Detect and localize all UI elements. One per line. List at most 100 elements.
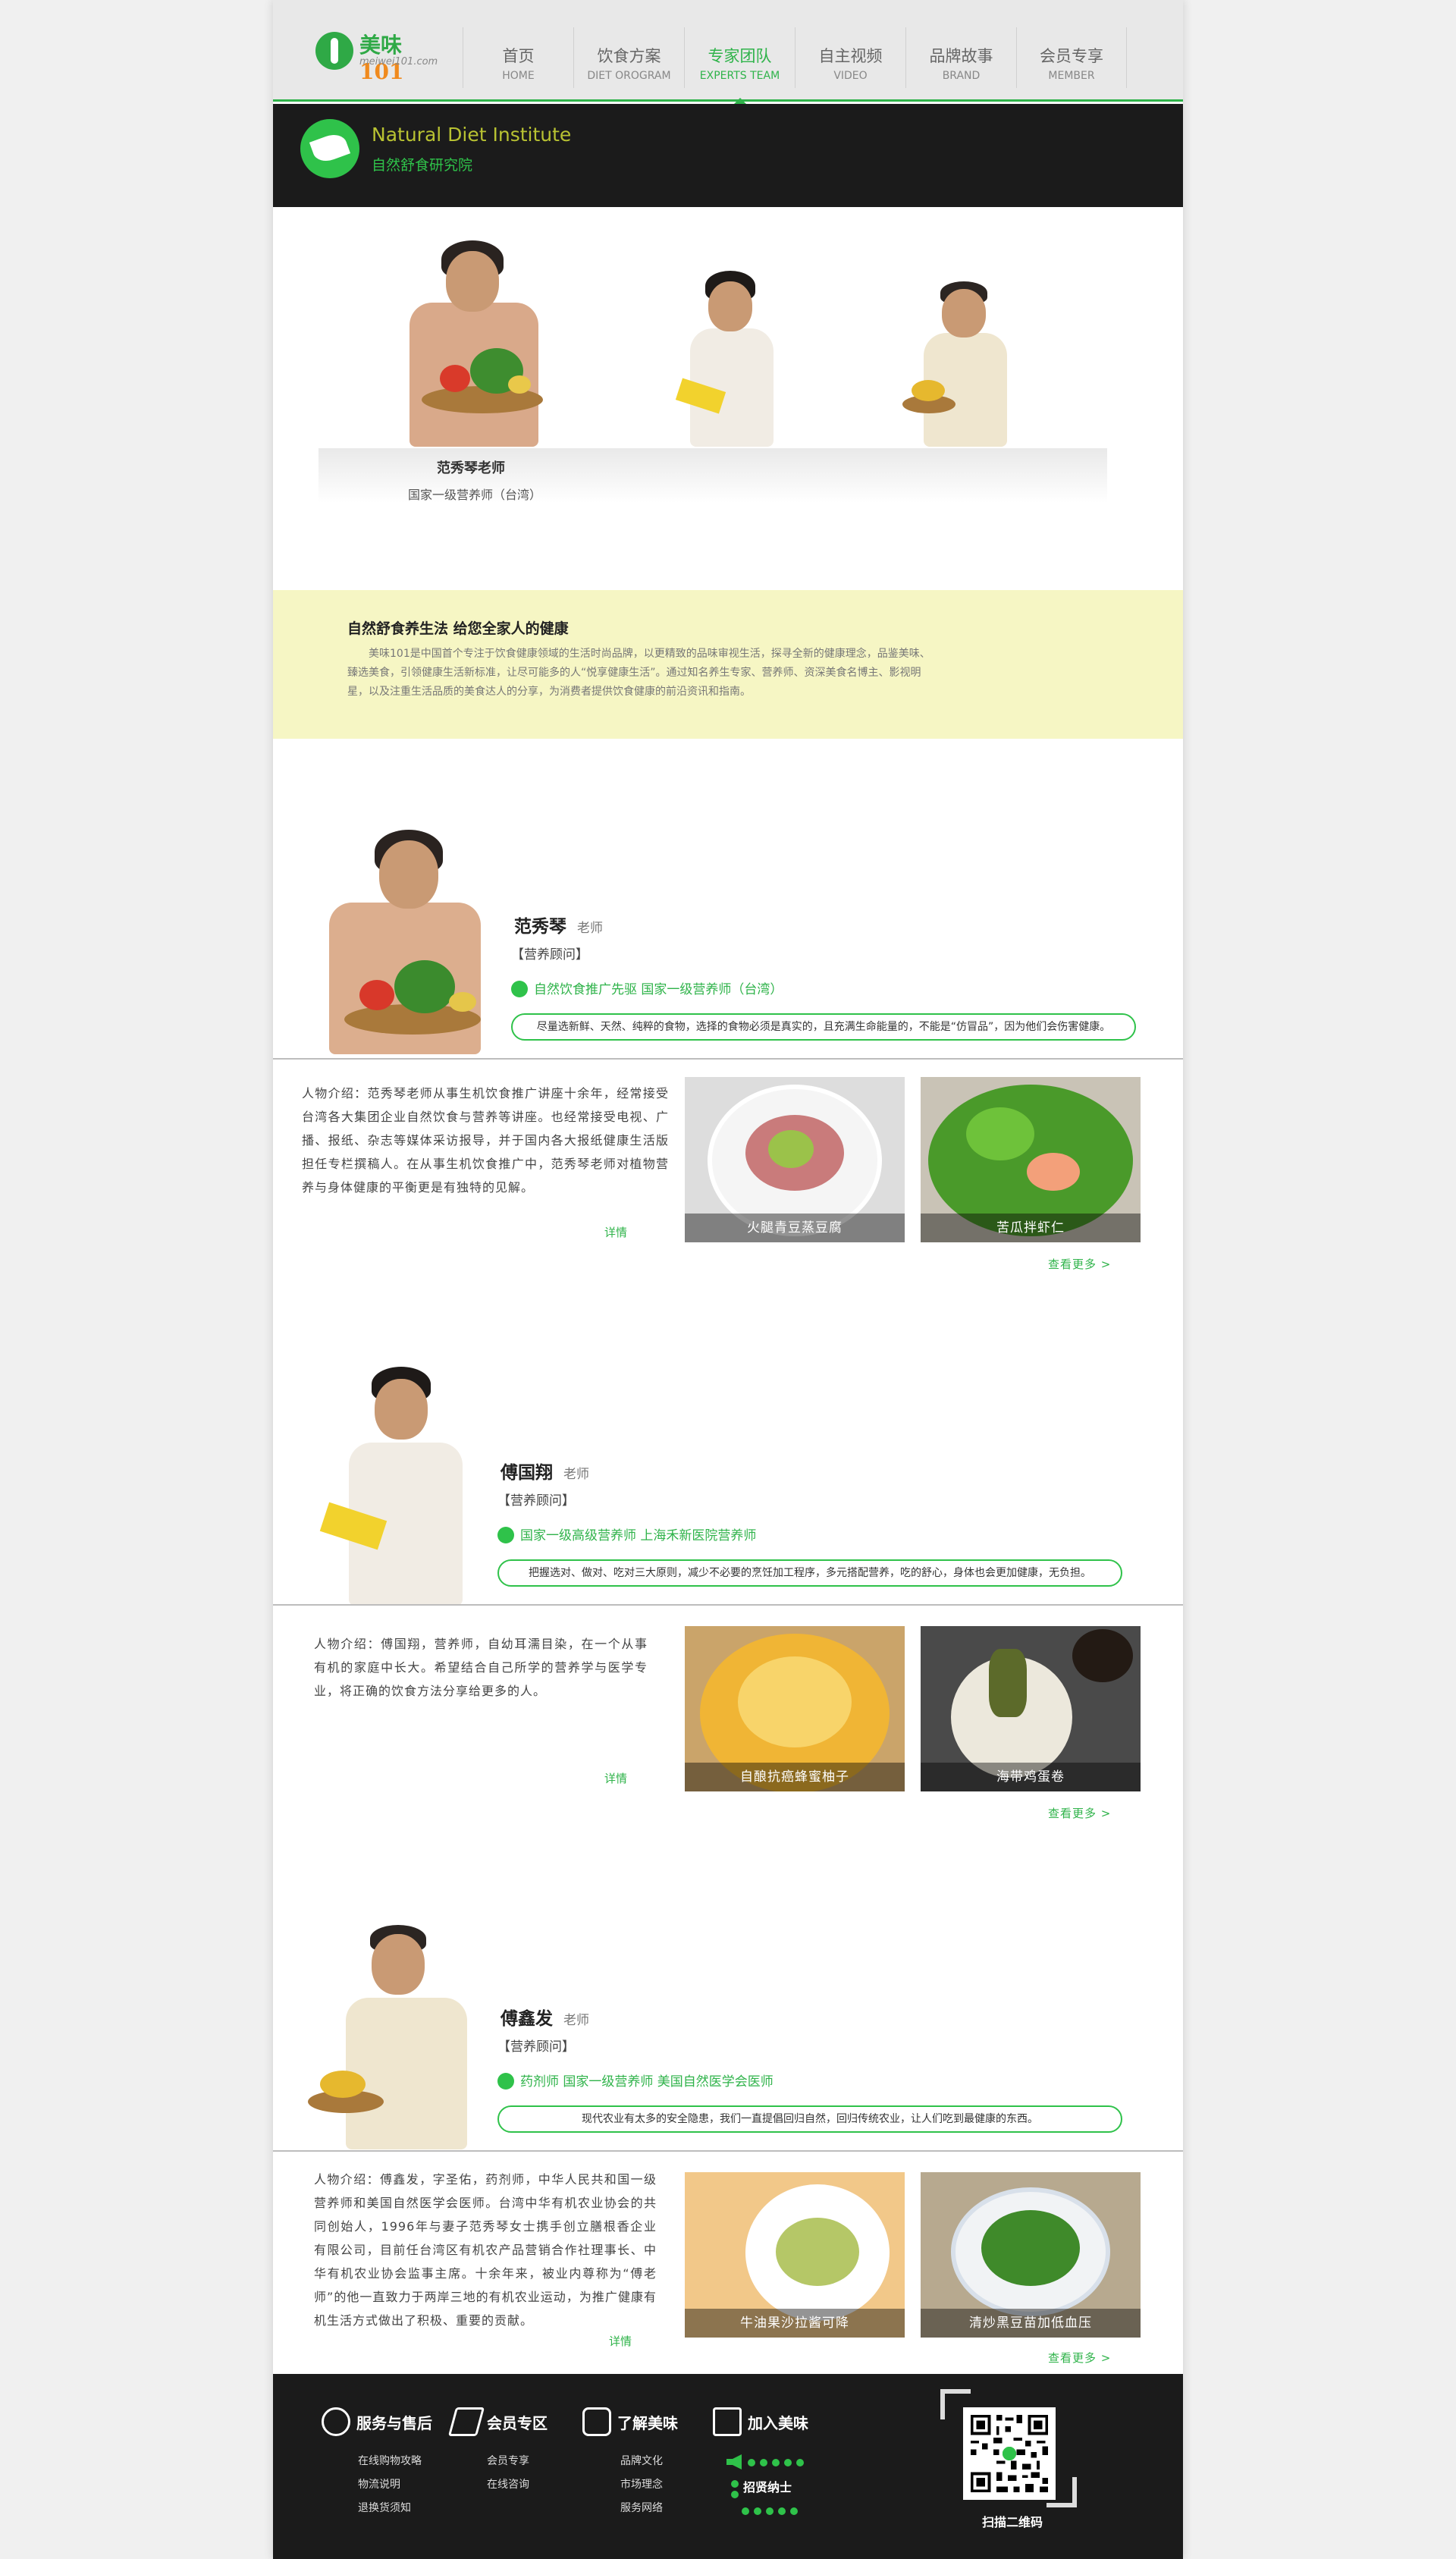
footer-link[interactable]: 服务网络 [620, 2497, 678, 2520]
nav-label: 品牌故事 [929, 47, 993, 65]
logo-mark-icon [315, 32, 353, 70]
expert-role: 【营养顾问】 [511, 947, 588, 962]
nav-sublabel: BRAND [942, 70, 981, 82]
qr-caption: 扫描二维码 [981, 2515, 1043, 2529]
footer-col-title: 加入美味 [748, 2413, 808, 2432]
recruit-link[interactable]: 招贤纳士 [726, 2451, 810, 2524]
dish-caption: 火腿青豆蒸豆腐 [685, 1214, 905, 1242]
nav-label: 自主视频 [818, 47, 883, 65]
dish-card[interactable]: 海带鸡蛋卷 [921, 1626, 1141, 1791]
expert-portrait [322, 819, 504, 1054]
dish-card[interactable]: 自酿抗癌蜂蜜柚子 [685, 1626, 905, 1791]
expert-name: 范秀琴 老师 [514, 917, 603, 937]
nav-sublabel: EXPERTS TEAM [699, 70, 780, 82]
expert-name: 傅国翔 老师 [500, 1463, 589, 1483]
section-divider [273, 1058, 1183, 1060]
expert-quote: 尽量选新鲜、天然、纯粹的食物，选择的食物必须是真实的，且充满生命能量的，不能是“… [511, 1013, 1136, 1041]
view-more-link[interactable]: 查看更多 > [1048, 2350, 1111, 2366]
logo[interactable]: 美味101 meiwei101.com [315, 27, 438, 84]
nav-label: 首页 [502, 47, 535, 65]
dish-card[interactable]: 清炒黑豆苗加低血压 [921, 2172, 1141, 2338]
nav-item-member[interactable]: 会员专享 MEMBER [1016, 27, 1127, 88]
dish-caption: 苦瓜拌虾仁 [921, 1214, 1141, 1242]
dish-caption: 牛油果沙拉酱可降 [685, 2309, 905, 2338]
footer-col-about: 了解美味 品牌文化 市场理念 服务网络 [582, 2407, 678, 2520]
dish-caption: 海带鸡蛋卷 [921, 1763, 1141, 1791]
footer-link[interactable]: 市场理念 [620, 2473, 678, 2497]
section-divider [273, 2150, 1183, 2152]
footer-col-title: 了解美味 [617, 2413, 678, 2432]
nav-sublabel: MEMBER [1048, 70, 1095, 82]
site-header: 美味101 meiwei101.com 首页 HOME 饮食方案 DIET OROG… [273, 0, 1183, 105]
footer-col-title: 会员专区 [487, 2413, 548, 2432]
view-more-link[interactable]: 查看更多 > [1048, 1256, 1111, 1272]
footer-link[interactable]: 品牌文化 [620, 2450, 678, 2473]
site-footer: 服务与售后 在线购物攻略 物流说明 退换货须知 会员专区 会员专享 在线咨询 了… [273, 2374, 1183, 2559]
expert-quote: 现代农业有太多的安全隐患，我们一直提倡回归自然，回归传统农业，让人们吃到最健康的… [497, 2105, 1122, 2133]
footer-col-member: 会员专区 会员专享 在线咨询 [447, 2407, 548, 2497]
nav-item-brand[interactable]: 品牌故事 BRAND [905, 27, 1016, 88]
view-more-link[interactable]: 查看更多 > [1048, 1805, 1111, 1821]
expert-section-fu-guoxiang: 傅国翔 老师 【营养顾问】 国家一级高级营养师 上海禾新医院营养师 把握选对、做对… [273, 1350, 1183, 1828]
speaker-icon [726, 2454, 742, 2470]
expert-portrait [318, 1359, 485, 1606]
expert-photo-fu-xinfa[interactable] [895, 280, 1024, 447]
nav-sublabel: HOME [502, 70, 535, 82]
footer-col-title: 服务与售后 [356, 2413, 432, 2432]
expert-bio: 人物介绍：傅鑫发，字圣佑，药剂师，中华人民共和国一级营养师和美国自然医学会医师。… [314, 2172, 657, 2328]
nav-item-diet-program[interactable]: 饮食方案 DIET OROGRAM [573, 27, 684, 88]
dish-card[interactable]: 苦瓜拌虾仁 [921, 1077, 1141, 1242]
expert-credentials: 药剂师 国家一级营养师 美国自然医学会医师 [497, 2071, 774, 2090]
expert-role: 【营养顾问】 [497, 1493, 575, 1509]
institute-name-en: Natural Diet Institute [372, 124, 572, 146]
footer-link[interactable]: 在线咨询 [487, 2473, 548, 2497]
intro-heading: 自然舒食养生法 给您全家人的健康 [347, 620, 569, 637]
team-gallery: 范秀琴老师 国家一级营养师（台湾） [273, 207, 1183, 590]
nav-label: 会员专享 [1040, 47, 1103, 65]
qr-code[interactable] [963, 2407, 1056, 2500]
nav-label: 饮食方案 [597, 47, 661, 65]
detail-link[interactable]: 详情 [604, 1770, 627, 1786]
detail-link[interactable]: 详情 [609, 2333, 632, 2349]
gear-icon [322, 2407, 350, 2436]
nav-item-home[interactable]: 首页 HOME [463, 27, 573, 88]
footer-col-service: 服务与售后 在线购物攻略 物流说明 退换货须知 [322, 2407, 432, 2520]
dish-caption: 清炒黑豆苗加低血压 [921, 2309, 1141, 2338]
footer-link[interactable]: 退换货须知 [358, 2497, 432, 2520]
footer-link[interactable]: 在线购物攻略 [358, 2450, 432, 2473]
expert-credentials: 自然饮食推广先驱 国家一级营养师（台湾） [511, 978, 783, 997]
footer-link[interactable]: 会员专享 [487, 2450, 548, 2473]
expert-bio: 人物介绍：傅国翔，营养师，自幼耳濡目染，在一个从事有机的家庭中长大。希望结合自己… [314, 1637, 648, 1698]
selected-expert-title: 国家一级营养师（台湾） [408, 488, 542, 502]
institute-banner: Natural Diet Institute 自然舒食研究院 [273, 104, 1183, 207]
paper-plane-icon [447, 2407, 485, 2436]
nav-sublabel: VIDEO [833, 70, 868, 82]
intro-body: 美味101是中国首个专注于饮食健康领域的生活时尚品牌，以更精致的品味审视生活，探… [347, 648, 930, 698]
expert-photo-fan-xiuqin[interactable] [394, 234, 561, 447]
dish-card[interactable]: 牛油果沙拉酱可降 [685, 2172, 905, 2338]
expert-quote: 把握选对、做对、吃对三大原则，减少不必要的烹饪加工程序，多元搭配营养，吃的舒心，… [497, 1559, 1122, 1587]
nav-item-video[interactable]: 自主视频 VIDEO [795, 27, 905, 88]
nav-sublabel: DIET OROGRAM [587, 70, 671, 82]
footer-col-join: 加入美味 [713, 2407, 808, 2436]
qr-code-block: 扫描二维码 [940, 2389, 1077, 2529]
institute-name-zh: 自然舒食研究院 [372, 157, 473, 174]
expert-role: 【营养顾问】 [497, 2039, 575, 2055]
expert-name: 傅鑫发 老师 [500, 2009, 589, 2029]
recruit-label: 招贤纳士 [743, 2480, 792, 2495]
main-nav: 首页 HOME 饮食方案 DIET OROGRAM 专家团队 EXPERTS TEAM… [463, 27, 1127, 105]
nav-label: 专家团队 [708, 47, 772, 65]
shopping-bag-icon [713, 2407, 742, 2436]
leaf-icon [300, 119, 359, 178]
nav-item-experts-team[interactable]: 专家团队 EXPERTS TEAM [684, 27, 795, 105]
section-divider [273, 1604, 1183, 1606]
footer-link[interactable]: 物流说明 [358, 2473, 432, 2497]
selected-expert-name: 范秀琴老师 [437, 460, 505, 476]
expert-section-fan-xiuqin: 范秀琴 老师 【营养顾问】 自然饮食推广先驱 国家一级营养师（台湾） 尽量选新鲜、… [273, 804, 1183, 1282]
dish-card[interactable]: 火腿青豆蒸豆腐 [685, 1077, 905, 1242]
detail-link[interactable]: 详情 [604, 1224, 627, 1240]
coins-icon [582, 2407, 611, 2436]
expert-credentials: 国家一级高级营养师 上海禾新医院营养师 [497, 1524, 756, 1543]
expert-photo-fu-guoxiang[interactable] [667, 271, 789, 447]
expert-bio: 人物介绍：范秀琴老师从事生机饮食推广讲座十余年，经常接受台湾各大集团企业自然饮食… [302, 1086, 669, 1195]
